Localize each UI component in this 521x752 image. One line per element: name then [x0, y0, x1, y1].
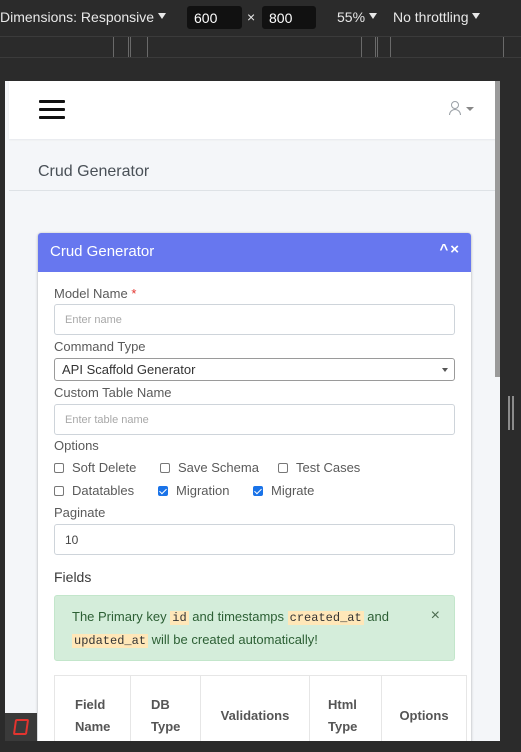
card-header: Crud Generator ^ ×	[38, 233, 471, 272]
top-navbar	[9, 81, 500, 139]
column-header: DB Type	[130, 675, 201, 741]
info-alert: The Primary key id and timestamps create…	[54, 595, 455, 661]
required-mark: *	[131, 286, 137, 301]
media-query-ruler	[0, 36, 521, 58]
code-created-at: created_at	[287, 611, 364, 625]
chevron-down-icon	[158, 13, 167, 19]
dimensions-label: Dimensions: Responsive	[0, 9, 155, 25]
custom-table-input[interactable]	[54, 404, 455, 435]
column-header: Options	[381, 675, 467, 741]
option-label: Soft Delete	[72, 460, 137, 475]
checkbox-checked[interactable]	[158, 486, 168, 496]
user-icon	[451, 101, 459, 109]
command-type-label: Command Type	[54, 339, 146, 354]
command-type-select[interactable]: API Scaffold Generator	[54, 358, 455, 381]
model-name-label: Model Name *	[54, 286, 136, 301]
resize-handle[interactable]	[508, 396, 516, 430]
height-input[interactable]: 800	[262, 6, 316, 29]
column-header: Field Name	[54, 675, 131, 741]
model-name-label-text: Model Name	[54, 286, 128, 301]
model-name-input[interactable]	[54, 304, 455, 335]
checkbox[interactable]	[278, 463, 288, 473]
width-input[interactable]: 600	[187, 6, 242, 29]
fields-heading: Fields	[54, 569, 92, 585]
throttling-dropdown[interactable]: No throttling	[393, 9, 481, 25]
collapse-icon[interactable]: ^	[439, 241, 448, 258]
alert-text: will be created automatically!	[148, 632, 318, 647]
dimensions-dropdown[interactable]: Dimensions: Responsive	[0, 9, 167, 25]
scrollbar[interactable]	[495, 81, 500, 377]
times-sign: ×	[247, 9, 256, 25]
laravel-logo-icon[interactable]	[5, 713, 37, 741]
chevron-down-icon	[472, 13, 481, 19]
alert-text: and	[363, 609, 389, 624]
close-icon[interactable]: ×	[431, 605, 440, 627]
option-label: Datatables	[72, 483, 135, 498]
fields-table: Field Name DB Type Validations Html Type…	[54, 675, 467, 741]
option-datatables[interactable]: Datatables	[54, 483, 134, 498]
option-migration[interactable]: Migration	[158, 483, 229, 498]
chevron-down-icon	[369, 13, 378, 19]
alert-text: The Primary key	[72, 609, 171, 624]
page-title: Crud Generator	[38, 163, 150, 180]
hamburger-icon[interactable]	[39, 100, 65, 120]
checkbox[interactable]	[160, 463, 170, 473]
card-tools: ^ ×	[437, 241, 459, 258]
device-viewport: Crud Generator Crud Generator ^ × Model N…	[5, 81, 500, 741]
column-header: Html Type	[309, 675, 382, 741]
option-migrate[interactable]: Migrate	[253, 483, 314, 498]
close-icon[interactable]: ×	[450, 241, 459, 258]
throttling-label: No throttling	[393, 9, 469, 25]
zoom-label: 55%	[337, 9, 366, 25]
option-save-schema[interactable]: Save Schema	[160, 460, 259, 475]
code-updated-at: updated_at	[72, 634, 149, 648]
user-menu[interactable]	[449, 100, 483, 120]
option-label: Save Schema	[178, 460, 259, 475]
checkbox-checked[interactable]	[253, 486, 263, 496]
checkbox[interactable]	[54, 463, 64, 473]
paginate-label: Paginate	[54, 505, 106, 520]
code-id: id	[170, 611, 189, 625]
paginate-input[interactable]	[54, 524, 455, 555]
options-label: Options	[54, 438, 99, 453]
option-label: Migration	[176, 483, 230, 498]
command-type-value: API Scaffold Generator	[62, 362, 196, 377]
option-label: Migrate	[271, 483, 315, 498]
checkbox[interactable]	[54, 486, 64, 496]
chevron-down-icon	[442, 368, 448, 372]
custom-table-label: Custom Table Name	[54, 385, 172, 400]
option-test-cases[interactable]: Test Cases	[278, 460, 360, 475]
divider	[9, 190, 500, 191]
zoom-dropdown[interactable]: 55%	[337, 9, 378, 25]
column-header: Validations	[200, 675, 310, 741]
table-header-row: Field Name DB Type Validations Html Type…	[54, 675, 467, 741]
crud-generator-card: Crud Generator ^× Model Name * Command T…	[38, 233, 471, 741]
card-title: Crud Generator	[50, 243, 155, 260]
alert-text: and timestamps	[188, 609, 288, 624]
option-label: Test Cases	[296, 460, 361, 475]
devtools-toolbar: Dimensions: Responsive 600 × 800 55% No …	[0, 0, 521, 36]
chevron-down-icon	[466, 107, 474, 111]
option-soft-delete[interactable]: Soft Delete	[54, 460, 136, 475]
